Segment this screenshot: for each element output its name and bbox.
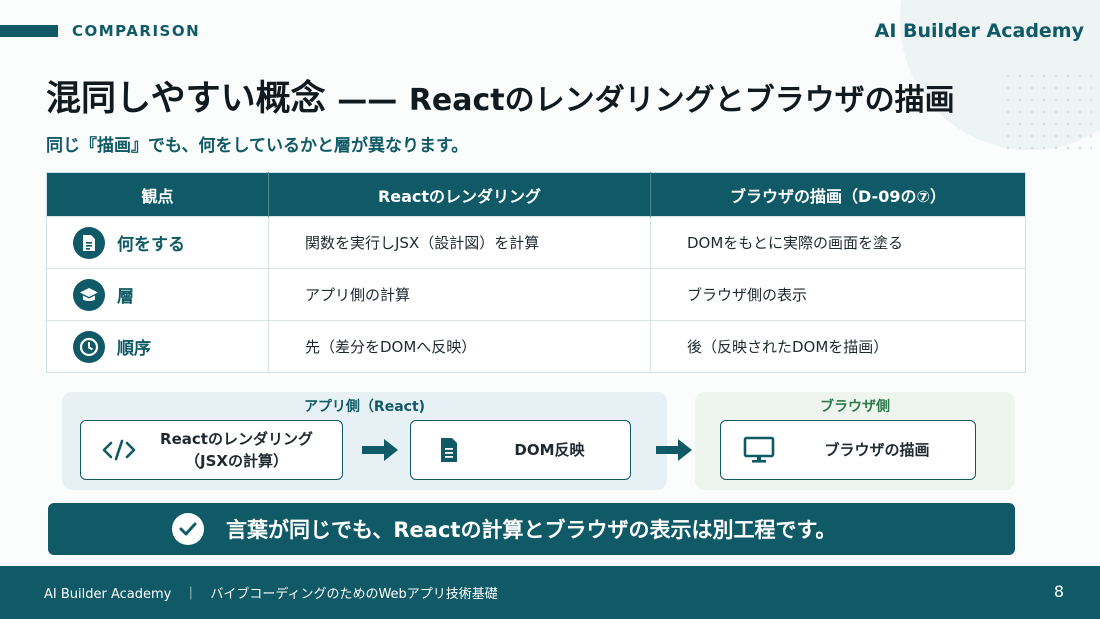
page-number: 8 xyxy=(1053,582,1064,601)
browser-side-label: ブラウザ側 xyxy=(820,399,890,415)
table-cell: DOMをもとに実際の画面を塗る xyxy=(650,216,1026,269)
table-cell: 後（反映されたDOMを描画） xyxy=(650,320,1026,373)
monitor-icon xyxy=(739,436,779,464)
title-main: 混同しやすい概念 xyxy=(46,79,326,119)
table-row: 順序 先（差分をDOMへ反映） 後（反映されたDOMを描画） xyxy=(46,320,1026,373)
decorative-dots xyxy=(1002,70,1092,150)
footer: AI Builder Academy ｜ バイブコーディングのためのWebアプリ… xyxy=(0,566,1100,619)
check-icon xyxy=(172,513,204,545)
table-cell: ブラウザ側の表示 xyxy=(650,268,1026,321)
flow-step-text: ブラウザの描画 xyxy=(824,441,930,459)
accent-bar xyxy=(0,25,58,37)
table-row: 何をする 関数を実行しJSX（設計図）を計算 DOMをもとに実際の画面を塗る xyxy=(46,216,1026,269)
table-cell: アプリ側の計算 xyxy=(268,268,651,321)
flow-step-line: （JSXの計算） xyxy=(185,452,288,470)
title-dash: —— xyxy=(337,83,398,118)
flow-step-text: Reactのレンダリング （JSXの計算） xyxy=(139,428,342,472)
document-icon xyxy=(429,437,469,463)
layers-icon xyxy=(73,278,105,311)
arrow-right-icon xyxy=(656,439,692,461)
clock-icon xyxy=(73,330,105,363)
comparison-table: 観点 Reactのレンダリング ブラウザの描画（D-09の⑦） 何をする 関数を… xyxy=(46,172,1026,373)
flow-step-react-render: Reactのレンダリング （JSXの計算） xyxy=(80,420,343,480)
table-header-row: 観点 Reactのレンダリング ブラウザの描画（D-09の⑦） xyxy=(46,172,1026,217)
row-header: 順序 xyxy=(46,320,269,373)
table-row: 層 アプリ側の計算 ブラウザ側の表示 xyxy=(46,268,1026,321)
section-label: COMPARISON xyxy=(72,22,201,40)
flow-step-text: DOM反映 xyxy=(514,441,585,459)
app-side-label: アプリ側（React) xyxy=(303,399,426,415)
flow-step-dom: DOM反映 xyxy=(410,420,631,480)
code-icon xyxy=(99,438,139,462)
brand-logo: AI Builder Academy xyxy=(874,20,1084,42)
row-label: 順序 xyxy=(117,339,151,359)
conclusion-banner: 言葉が同じでも、Reactの計算とブラウザの表示は別工程です。 xyxy=(48,503,1015,555)
flow-step-line: Reactのレンダリング xyxy=(160,430,313,448)
row-header: 何をする xyxy=(46,216,269,269)
document-icon xyxy=(73,226,105,259)
page-title: 混同しやすい概念 —— Reactのレンダリングとブラウザの描画 xyxy=(46,70,955,121)
title-sub: Reactのレンダリングとブラウザの描画 xyxy=(408,83,955,118)
table-cell: 先（差分をDOMへ反映） xyxy=(268,320,651,373)
row-label: 何をする xyxy=(117,235,185,255)
table-header: 観点 xyxy=(46,172,269,217)
table-cell: 関数を実行しJSX（設計図）を計算 xyxy=(268,216,651,269)
arrow-right-icon xyxy=(362,439,398,461)
slide: COMPARISON AI Builder Academy 混同しやすい概念 —… xyxy=(0,0,1100,619)
conclusion-text: 言葉が同じでも、Reactの計算とブラウザの表示は別工程です。 xyxy=(226,518,837,542)
table-header: Reactのレンダリング xyxy=(268,172,651,217)
row-label: 層 xyxy=(117,287,134,307)
row-header: 層 xyxy=(46,268,269,321)
page-subtitle: 同じ『描画』でも、何をしているかと層が異なります。 xyxy=(46,136,469,156)
table-header: ブラウザの描画（D-09の⑦） xyxy=(650,172,1026,217)
footer-text: AI Builder Academy ｜ バイブコーディングのためのWebアプリ… xyxy=(44,587,498,602)
flow-step-browser: ブラウザの描画 xyxy=(720,420,976,480)
